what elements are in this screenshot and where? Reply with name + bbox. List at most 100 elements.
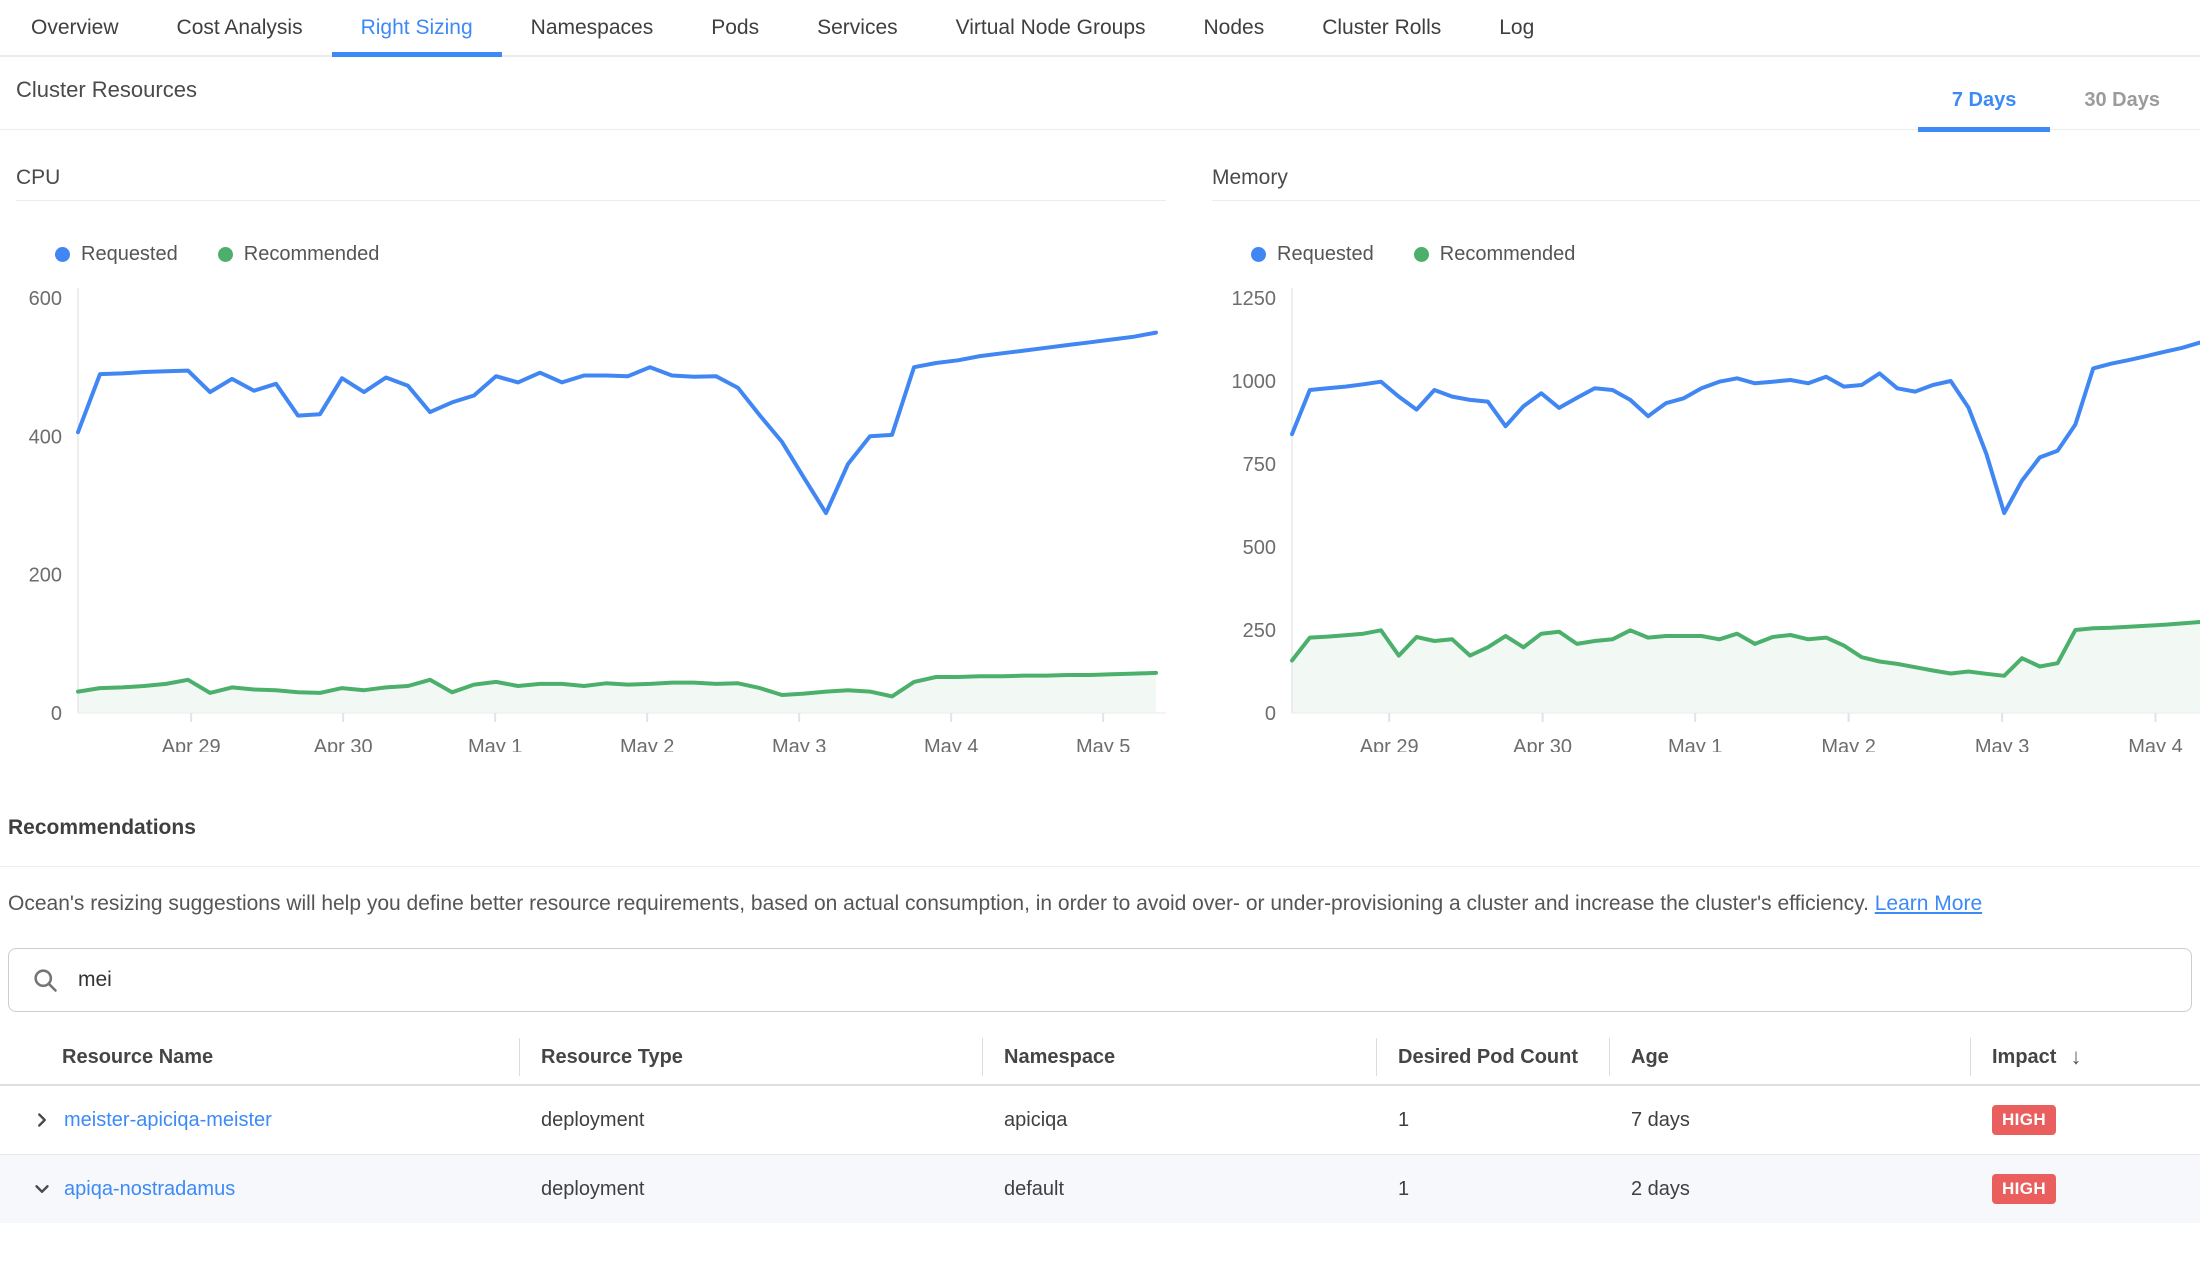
legend-label-requested: Requested bbox=[81, 243, 178, 266]
col-header-namespace[interactable]: Namespace bbox=[982, 1030, 1376, 1084]
tab-overview[interactable]: Overview bbox=[2, 0, 148, 55]
resource-name-link[interactable]: apiqa-nostradamus bbox=[64, 1178, 235, 1201]
recommendations-divider bbox=[0, 866, 2200, 867]
cluster-resources-header: Cluster Resources 7 Days 30 Days bbox=[0, 77, 2200, 130]
main-tabs: Overview Cost Analysis Right Sizing Namespa… bbox=[0, 0, 2200, 57]
svg-text:600: 600 bbox=[29, 288, 62, 310]
svg-text:0: 0 bbox=[1265, 703, 1276, 725]
svg-text:May 1: May 1 bbox=[468, 736, 522, 752]
main-tab-label: Pods bbox=[711, 16, 759, 40]
tab-nodes[interactable]: Nodes bbox=[1175, 0, 1294, 55]
col-header-age[interactable]: Age bbox=[1609, 1030, 1970, 1084]
resource-type-cell: deployment bbox=[519, 1109, 982, 1132]
svg-text:Apr 30: Apr 30 bbox=[314, 736, 373, 752]
cpu-chart-svg: 0200400600Apr 29Apr 30May 1May 2May 3May… bbox=[16, 282, 1166, 752]
recommendations-title: Recommendations bbox=[8, 816, 2200, 866]
impact-cell: HIGH bbox=[1970, 1105, 2200, 1135]
tab-services[interactable]: Services bbox=[788, 0, 927, 55]
svg-text:1250: 1250 bbox=[1232, 288, 1277, 310]
main-tab-label: Right Sizing bbox=[361, 16, 473, 40]
main-tab-label: Services bbox=[817, 16, 898, 40]
resource-name-link[interactable]: meister-apiciqa-meister bbox=[64, 1109, 272, 1132]
desired-pod-count-cell: 1 bbox=[1376, 1178, 1609, 1201]
tab-virtual-node-groups[interactable]: Virtual Node Groups bbox=[927, 0, 1175, 55]
namespace-cell: apiciqa bbox=[982, 1109, 1376, 1132]
tab-right-sizing[interactable]: Right Sizing bbox=[332, 0, 502, 55]
svg-text:May 4: May 4 bbox=[924, 736, 978, 752]
legend-label-recommended: Recommended bbox=[1440, 243, 1576, 266]
age-cell: 7 days bbox=[1609, 1109, 1970, 1132]
svg-text:750: 750 bbox=[1243, 454, 1276, 476]
tab-pods[interactable]: Pods bbox=[682, 0, 788, 55]
table-row[interactable]: apiqa-nostradamus deployment default 1 2… bbox=[0, 1154, 2200, 1223]
impact-badge: HIGH bbox=[1992, 1105, 2056, 1135]
main-tab-label: Log bbox=[1499, 16, 1534, 40]
recommended-dot-icon bbox=[218, 247, 233, 262]
memory-chart-panel: Memory Requested Recommended 0 250 500 750 1… bbox=[1212, 166, 2200, 752]
main-tab-label: Cost Analysis bbox=[177, 16, 303, 40]
main-tab-label: Overview bbox=[31, 16, 119, 40]
recommended-dot-icon bbox=[1414, 247, 1429, 262]
recommendations-table: Resource Name Resource Type Namespace De… bbox=[0, 1030, 2200, 1223]
svg-text:May 1: May 1 bbox=[1668, 736, 1722, 752]
cpu-chart-title: CPU bbox=[16, 166, 1166, 201]
cpu-line-chart: 0200400600Apr 29Apr 30May 1May 2May 3May… bbox=[16, 282, 1166, 752]
charts-row: CPU Requested Recommended 0 200 400 600 Apr … bbox=[0, 166, 2200, 752]
namespace-cell: default bbox=[982, 1178, 1376, 1201]
requested-dot-icon bbox=[1251, 247, 1266, 262]
requested-dot-icon bbox=[55, 247, 70, 262]
recommendations-description: Ocean's resizing suggestions will help y… bbox=[8, 889, 2192, 918]
col-header-desired-pod-count[interactable]: Desired Pod Count bbox=[1376, 1030, 1609, 1084]
tab-namespaces[interactable]: Namespaces bbox=[502, 0, 683, 55]
age-cell: 2 days bbox=[1609, 1178, 1970, 1201]
tab-cluster-rolls[interactable]: Cluster Rolls bbox=[1293, 0, 1470, 55]
impact-badge: HIGH bbox=[1992, 1174, 2056, 1204]
period-tab-7-days[interactable]: 7 Days bbox=[1918, 89, 2051, 132]
legend-item-requested[interactable]: Requested bbox=[55, 243, 178, 266]
legend-label-requested: Requested bbox=[1277, 243, 1374, 266]
col-header-resource-name[interactable]: Resource Name bbox=[0, 1030, 519, 1084]
sort-desc-icon[interactable]: ↓ bbox=[2070, 1044, 2081, 1070]
row-expand-chevron-icon[interactable] bbox=[30, 1177, 54, 1201]
svg-text:Apr 30: Apr 30 bbox=[1513, 736, 1572, 752]
memory-line-chart: 025050075010001250Apr 29Apr 30May 1May 2… bbox=[1212, 282, 2200, 752]
desired-pod-count-cell: 1 bbox=[1376, 1109, 1609, 1132]
memory-chart-title: Memory bbox=[1212, 166, 2200, 201]
memory-chart-legend: Requested Recommended bbox=[1251, 243, 2200, 266]
svg-text:Apr 29: Apr 29 bbox=[1360, 736, 1419, 752]
cpu-chart-legend: Requested Recommended bbox=[55, 243, 1166, 266]
legend-item-requested[interactable]: Requested bbox=[1251, 243, 1374, 266]
svg-text:0: 0 bbox=[51, 703, 62, 725]
svg-text:May 4: May 4 bbox=[2128, 736, 2182, 752]
table-row[interactable]: meister-apiciqa-meister deployment apici… bbox=[0, 1086, 2200, 1154]
tab-cost-analysis[interactable]: Cost Analysis bbox=[148, 0, 332, 55]
legend-label-recommended: Recommended bbox=[244, 243, 380, 266]
col-header-impact[interactable]: Impact ↓ bbox=[1970, 1030, 2200, 1084]
svg-text:May 3: May 3 bbox=[772, 736, 826, 752]
row-expand-chevron-icon[interactable] bbox=[30, 1108, 54, 1132]
legend-item-recommended[interactable]: Recommended bbox=[218, 243, 380, 266]
col-header-resource-type[interactable]: Resource Type bbox=[519, 1030, 982, 1084]
resource-name-cell: meister-apiciqa-meister bbox=[0, 1108, 519, 1132]
search-input[interactable] bbox=[76, 967, 2169, 993]
recommendations-description-text: Ocean's resizing suggestions will help y… bbox=[8, 892, 1869, 915]
svg-text:500: 500 bbox=[1243, 537, 1276, 559]
svg-text:May 2: May 2 bbox=[1821, 736, 1875, 752]
memory-chart-svg: 025050075010001250Apr 29Apr 30May 1May 2… bbox=[1212, 282, 2200, 752]
period-tab-30-days[interactable]: 30 Days bbox=[2050, 89, 2194, 132]
resource-type-cell: deployment bbox=[519, 1178, 982, 1201]
main-tab-label: Nodes bbox=[1204, 16, 1265, 40]
svg-text:200: 200 bbox=[29, 565, 62, 587]
main-tab-label: Cluster Rolls bbox=[1322, 16, 1441, 40]
tab-log[interactable]: Log bbox=[1470, 0, 1563, 55]
recommendations-search[interactable] bbox=[8, 948, 2192, 1012]
svg-text:400: 400 bbox=[29, 426, 62, 448]
main-tab-label: Namespaces bbox=[531, 16, 654, 40]
svg-text:250: 250 bbox=[1243, 620, 1276, 642]
table-header: Resource Name Resource Type Namespace De… bbox=[0, 1030, 2200, 1086]
cpu-chart-panel: CPU Requested Recommended 0 200 400 600 Apr … bbox=[16, 166, 1166, 752]
learn-more-link[interactable]: Learn More bbox=[1875, 892, 1982, 915]
impact-cell: HIGH bbox=[1970, 1174, 2200, 1204]
legend-item-recommended[interactable]: Recommended bbox=[1414, 243, 1576, 266]
resource-name-cell: apiqa-nostradamus bbox=[0, 1177, 519, 1201]
